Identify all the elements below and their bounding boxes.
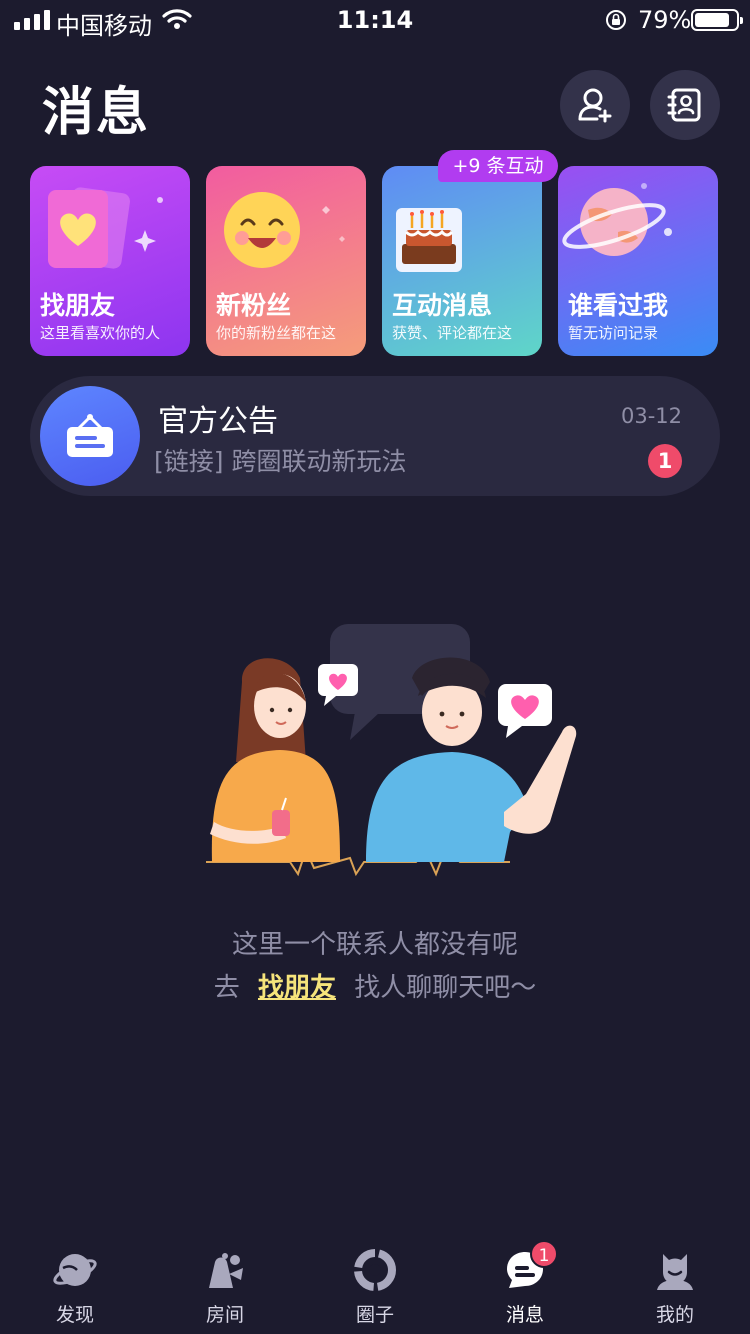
tab-messages[interactable]: 1 消息 [450,1240,600,1334]
card-title: 新粉丝 [216,291,292,320]
planet-icon [53,1254,97,1286]
planet-icon [562,183,672,256]
card-title: 互动消息 [392,291,493,320]
battery-icon [691,9,743,31]
empty-state-message: 这里一个联系人都没有呢 [231,930,518,960]
tab-room[interactable]: 房间 [150,1244,300,1334]
card-title: 谁看过我 [568,291,669,320]
tab-profile[interactable]: 我的 [600,1244,750,1334]
empty-state-cta: 去 找朋友 找人聊聊天吧～ [0,967,750,1004]
card-subtitle: 获赞、评论都在这 [392,324,513,342]
bottom-tab-bar: 发现 房间 圈子 1 消息 我的 [0,1236,750,1334]
official-announcement-item[interactable]: 官方公告 [链接] 跨圈联动新玩法 03-12 1 [30,376,720,496]
empty-state-prefix: 去 [213,973,240,1003]
tab-discover[interactable]: 发现 [0,1244,150,1334]
tab-circle[interactable]: 圈子 [300,1244,450,1334]
add-friend-button[interactable] [560,70,630,140]
tab-label: 房间 [205,1304,244,1326]
heart-card-icon [48,187,163,269]
contacts-book-icon [667,88,701,122]
card-title: 找朋友 [40,291,116,320]
announcement-preview: [链接] 跨圈联动新玩法 [154,447,407,476]
couple-chat-illustration [206,624,577,877]
smiley-face-icon [224,192,345,268]
room-icon [209,1253,243,1288]
card-subtitle: 这里看喜欢你的人 [40,324,161,342]
unread-badge: 1 [648,444,682,478]
add-friend-icon [578,88,612,123]
announcement-avatar [40,386,140,486]
tab-unread-badge: 1 [530,1240,558,1268]
empty-state-suffix: 找人聊聊天吧～ [354,973,537,1003]
profile-icon [657,1254,693,1290]
announcement-title: 官方公告 [158,404,278,439]
tab-label: 我的 [655,1304,694,1326]
card-who-viewed-me[interactable]: 谁看过我 暂无访问记录 [558,166,718,356]
card-subtitle: 暂无访问记录 [568,324,659,342]
find-friends-link[interactable]: 找朋友 [258,973,336,1003]
interaction-count-badge: +9 条互动 [438,150,558,182]
tab-label: 圈子 [355,1304,394,1326]
battery-percent: 79% [638,6,692,34]
status-bar: 中国移动 11:14 79% [0,0,750,40]
circle-icon [354,1249,396,1291]
card-new-fans[interactable]: 新粉丝 你的新粉丝都在这 [206,166,366,356]
card-subtitle: 你的新粉丝都在这 [216,324,337,342]
page-title: 消息 [42,83,151,143]
contacts-button[interactable] [650,70,720,140]
tab-label: 消息 [505,1304,544,1326]
card-interactions[interactable]: 互动消息 获赞、评论都在这 [382,166,542,356]
rotation-lock-icon [605,9,627,35]
signboard-icon [67,414,113,457]
announcement-date: 03-12 [620,404,682,428]
tab-label: 发现 [55,1304,94,1326]
card-find-friends[interactable]: 找朋友 这里看喜欢你的人 [30,166,190,356]
cake-icon [396,208,462,272]
